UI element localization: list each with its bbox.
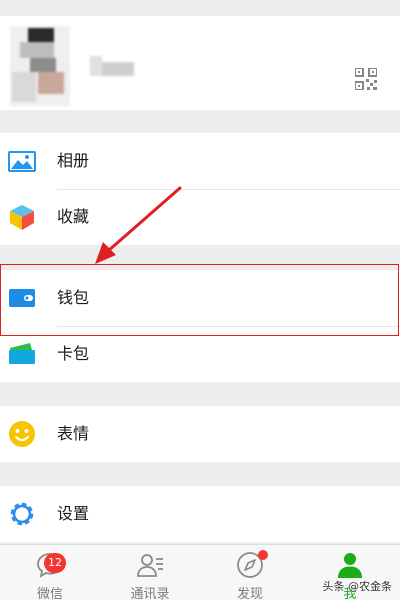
tab-label-contacts: 通讯录 (130, 587, 170, 600)
tab-label-discover: 发现 (236, 587, 263, 600)
person-icon (338, 553, 362, 578)
smiley-icon (9, 421, 35, 447)
menu-label-settings: 设置 (57, 504, 90, 523)
cube-favorites-icon (10, 205, 34, 230)
tab-contacts[interactable]: 通讯录 (100, 545, 200, 600)
wallet-icon (9, 289, 35, 307)
contacts-icon (137, 554, 163, 577)
menu-group-payment: 钱包 卡包 (0, 270, 400, 382)
tab-chats[interactable]: 12 微信 (0, 545, 100, 600)
menu-item-cards[interactable]: 卡包 (0, 326, 400, 382)
discover-notification-dot (258, 550, 268, 560)
menu-item-stickers[interactable]: 表情 (0, 406, 400, 462)
menu-group-settings: 设置 (0, 486, 400, 542)
menu-label-album: 相册 (57, 151, 90, 170)
menu-label-favorites: 收藏 (57, 207, 90, 226)
photo-album-icon (8, 151, 36, 172)
menu-label-cards: 卡包 (57, 344, 90, 363)
menu-item-favorites[interactable]: 收藏 (0, 189, 400, 245)
menu-item-wallet[interactable]: 钱包 (0, 270, 400, 326)
nickname-blurred (90, 56, 134, 76)
card-holder-icon (9, 343, 35, 364)
menu-item-album[interactable]: 相册 (0, 133, 400, 189)
menu-label-wallet: 钱包 (57, 288, 90, 307)
tab-label-chats: 微信 (36, 587, 63, 600)
gear-icon (10, 502, 34, 526)
unread-badge: 12 (44, 553, 66, 573)
qr-code-icon[interactable] (355, 68, 377, 90)
tab-discover[interactable]: 发现 (200, 545, 300, 600)
menu-group-stickers: 表情 (0, 406, 400, 462)
menu-label-stickers: 表情 (57, 424, 90, 443)
menu-item-settings[interactable]: 设置 (0, 486, 400, 542)
menu-group-content: 相册 收藏 (0, 133, 400, 245)
avatar[interactable] (10, 26, 70, 106)
profile-header[interactable] (0, 16, 400, 110)
watermark: 头条 @农金条 (322, 580, 393, 593)
